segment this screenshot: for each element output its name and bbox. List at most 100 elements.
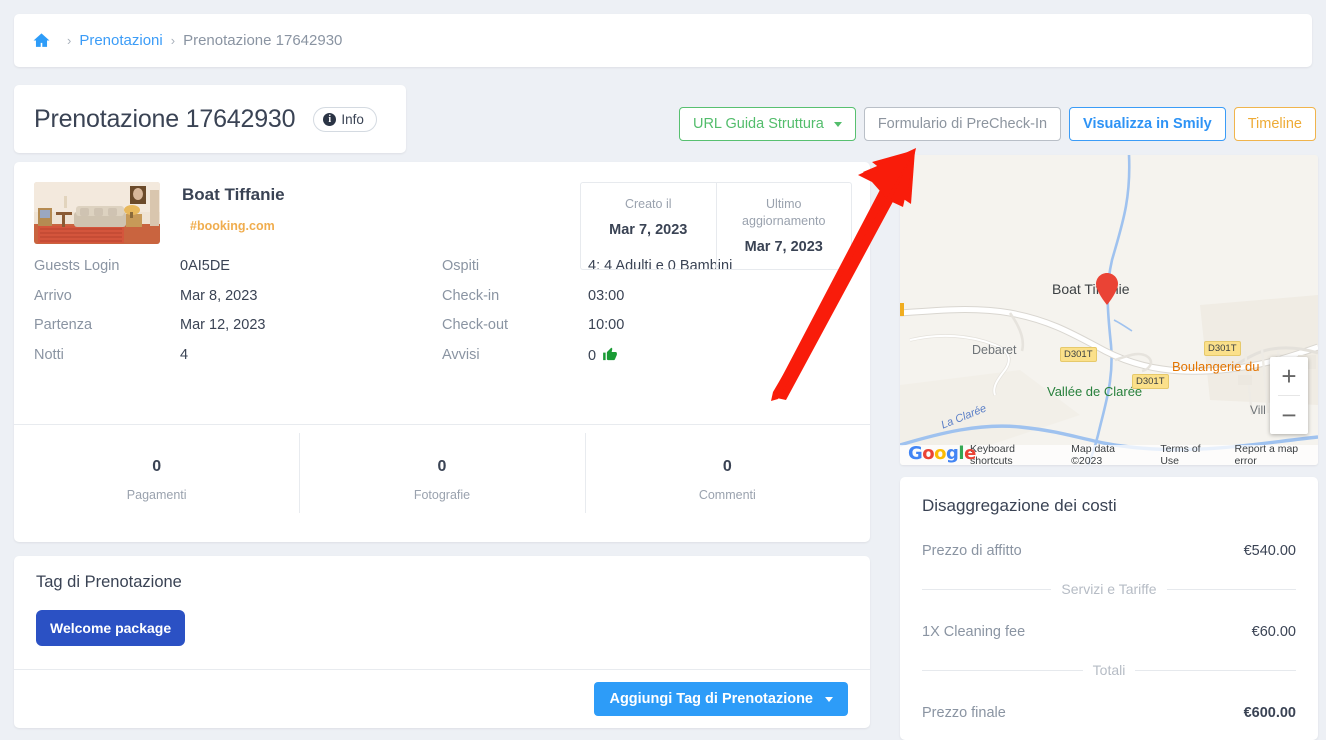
checkin-value: 03:00 [588,288,624,304]
updated-date-value: Mar 7, 2023 [729,239,840,255]
cleaning-fee-label: 1X Cleaning fee [922,624,1025,640]
home-icon[interactable] [32,31,51,50]
stat-commenti-label: Commenti [585,488,870,502]
guests-login-label: Guests Login [34,258,180,274]
chevron-down-icon [825,697,833,702]
booking-detail-page: › Prenotazioni › Prenotazione 17642930 P… [0,0,1326,740]
add-booking-tag-label: Aggiungi Tag di Prenotazione [609,691,813,707]
checkout-value: 10:00 [588,317,624,333]
cost-separator-services-label: Servizi e Tariffe [1051,581,1166,597]
map-label-vill: Vill [1250,403,1266,417]
field-row: Check-in 03:00 [442,288,850,318]
created-date-cell: Creato il Mar 7, 2023 [581,183,716,269]
map-terms-of-use[interactable]: Terms of Use [1160,443,1218,465]
tag-chip-welcome-package[interactable]: Welcome package [36,610,185,646]
info-button-label: Info [341,112,364,127]
map-zoom-controls: + − [1270,357,1308,434]
cost-row-rent: Prezzo di affitto €540.00 [922,543,1296,559]
updated-date-cell: Ultimo aggiornamento Mar 7, 2023 [716,183,852,269]
stat-fotografie-label: Fotografie [299,488,584,502]
field-row: Guests Login 0AI5DE [34,258,442,288]
avvisi-value-wrap: 0 [588,347,618,365]
stat-fotografie-value: 0 [299,458,584,476]
breadcrumb: › Prenotazioni › Prenotazione 17642930 [14,14,1312,67]
cost-separator-totals-label: Totali [1083,662,1136,678]
url-guida-struttura-label: URL Guida Struttura [693,115,824,133]
stat-commenti-value: 0 [585,458,870,476]
timeline-button[interactable]: Timeline [1234,107,1316,141]
info-icon: i [323,113,336,126]
map-label-vallee-de-claree: Vallée de Claréé [1047,384,1117,399]
map-zoom-in-button[interactable]: + [1270,357,1308,395]
cost-breakdown-title: Disaggregazione dei costi [922,477,1296,516]
stat-pagamenti[interactable]: 0 Pagamenti [14,424,299,542]
field-row: Check-out 10:00 [442,317,850,347]
road-badge-d301t-3: D301T [1204,341,1241,356]
checkin-label: Check-in [442,288,588,304]
field-row: Arrivo Mar 8, 2023 [34,288,442,318]
property-thumbnail[interactable] [34,182,160,244]
map-zoom-out-button[interactable]: − [1270,396,1308,434]
final-price-value: €600.00 [1244,705,1296,721]
map-attribution: Google Keyboard shortcuts Map data ©2023… [900,445,1318,465]
cost-separator-totals: Totali [922,662,1296,678]
avvisi-value: 0 [588,348,596,364]
stat-commenti[interactable]: 0 Commenti [585,424,870,542]
cleaning-fee-value: €60.00 [1252,624,1296,640]
cost-separator-services: Servizi e Tariffe [922,581,1296,597]
partenza-label: Partenza [34,317,180,333]
map-data-copyright: Map data ©2023 [1071,443,1144,465]
avvisi-label: Avvisi [442,347,588,363]
cost-row-final: Prezzo finale €600.00 [922,705,1296,721]
formulario-precheckin-button[interactable]: Formulario di PreCheck-In [864,107,1061,141]
booking-summary-card: Boat Tiffanie #booking.com Creato il Mar… [14,162,870,542]
date-box: Creato il Mar 7, 2023 Ultimo aggiornamen… [580,182,852,270]
rent-value: €540.00 [1244,543,1296,559]
fields-right-column: Ospiti 4: 4 Adulti e 0 Bambini Check-in … [442,258,850,376]
thumbs-up-icon [602,347,618,365]
field-row: Partenza Mar 12, 2023 [34,317,442,347]
arrivo-label: Arrivo [34,288,180,304]
road-badge-d301t-2: D301T [1132,374,1169,389]
google-logo-icon: Google [908,443,976,464]
cost-breakdown-card: Disaggregazione dei costi Prezzo di affi… [900,477,1318,740]
booking-tags-title: Tag di Prenotazione [14,556,870,592]
breadcrumb-separator-1: › [67,33,71,48]
final-price-label: Prezzo finale [922,705,1006,721]
notti-label: Notti [34,347,180,363]
title-card: Prenotazione 17642930 i Info [14,85,406,153]
breadcrumb-link-prenotazioni[interactable]: Prenotazioni [79,32,162,49]
map-label-debaret: Debaret [972,343,1016,357]
stats-row: 0 Pagamenti 0 Fotografie 0 Commenti [14,424,870,542]
map-keyboard-shortcuts[interactable]: Keyboard shortcuts [970,443,1055,465]
header-actions: URL Guida Struttura Formulario di PreChe… [679,107,1316,141]
created-date-value: Mar 7, 2023 [593,222,704,238]
map-report-error[interactable]: Report a map error [1235,443,1318,465]
stat-fotografie[interactable]: 0 Fotografie [299,424,584,542]
ospiti-label: Ospiti [442,258,588,274]
fields-left-column: Guests Login 0AI5DE Arrivo Mar 8, 2023 P… [34,258,442,376]
add-booking-tag-button[interactable]: Aggiungi Tag di Prenotazione [594,682,848,716]
info-button[interactable]: i Info [313,107,377,132]
map-marker-icon[interactable] [1096,273,1118,305]
visualizza-in-smily-button[interactable]: Visualizza in Smily [1069,107,1226,141]
notti-value: 4 [180,347,188,363]
map-label-boulangerie: Boulangerie du [1172,359,1259,374]
booking-tags-card: Tag di Prenotazione Welcome package Aggi… [14,556,870,728]
created-date-label: Creato il [593,196,704,213]
breadcrumb-current: Prenotazione 17642930 [183,32,342,49]
booking-tags-footer: Aggiungi Tag di Prenotazione [14,669,870,728]
chevron-down-icon [834,122,842,127]
partenza-value: Mar 12, 2023 [180,317,265,333]
cost-row-cleaning-fee: 1X Cleaning fee €60.00 [922,624,1296,640]
checkout-label: Check-out [442,317,588,333]
breadcrumb-separator-2: › [171,33,175,48]
stat-pagamenti-label: Pagamenti [14,488,299,502]
field-row: Avvisi 0 [442,347,850,377]
updated-date-label: Ultimo aggiornamento [729,196,840,230]
stat-pagamenti-value: 0 [14,458,299,476]
arrivo-value: Mar 8, 2023 [180,288,257,304]
page-title: Prenotazione 17642930 [34,105,295,134]
url-guida-struttura-button[interactable]: URL Guida Struttura [679,107,856,141]
location-map[interactable]: Boat Tiffanie Debaret Vallée de Claréé B… [900,155,1318,465]
